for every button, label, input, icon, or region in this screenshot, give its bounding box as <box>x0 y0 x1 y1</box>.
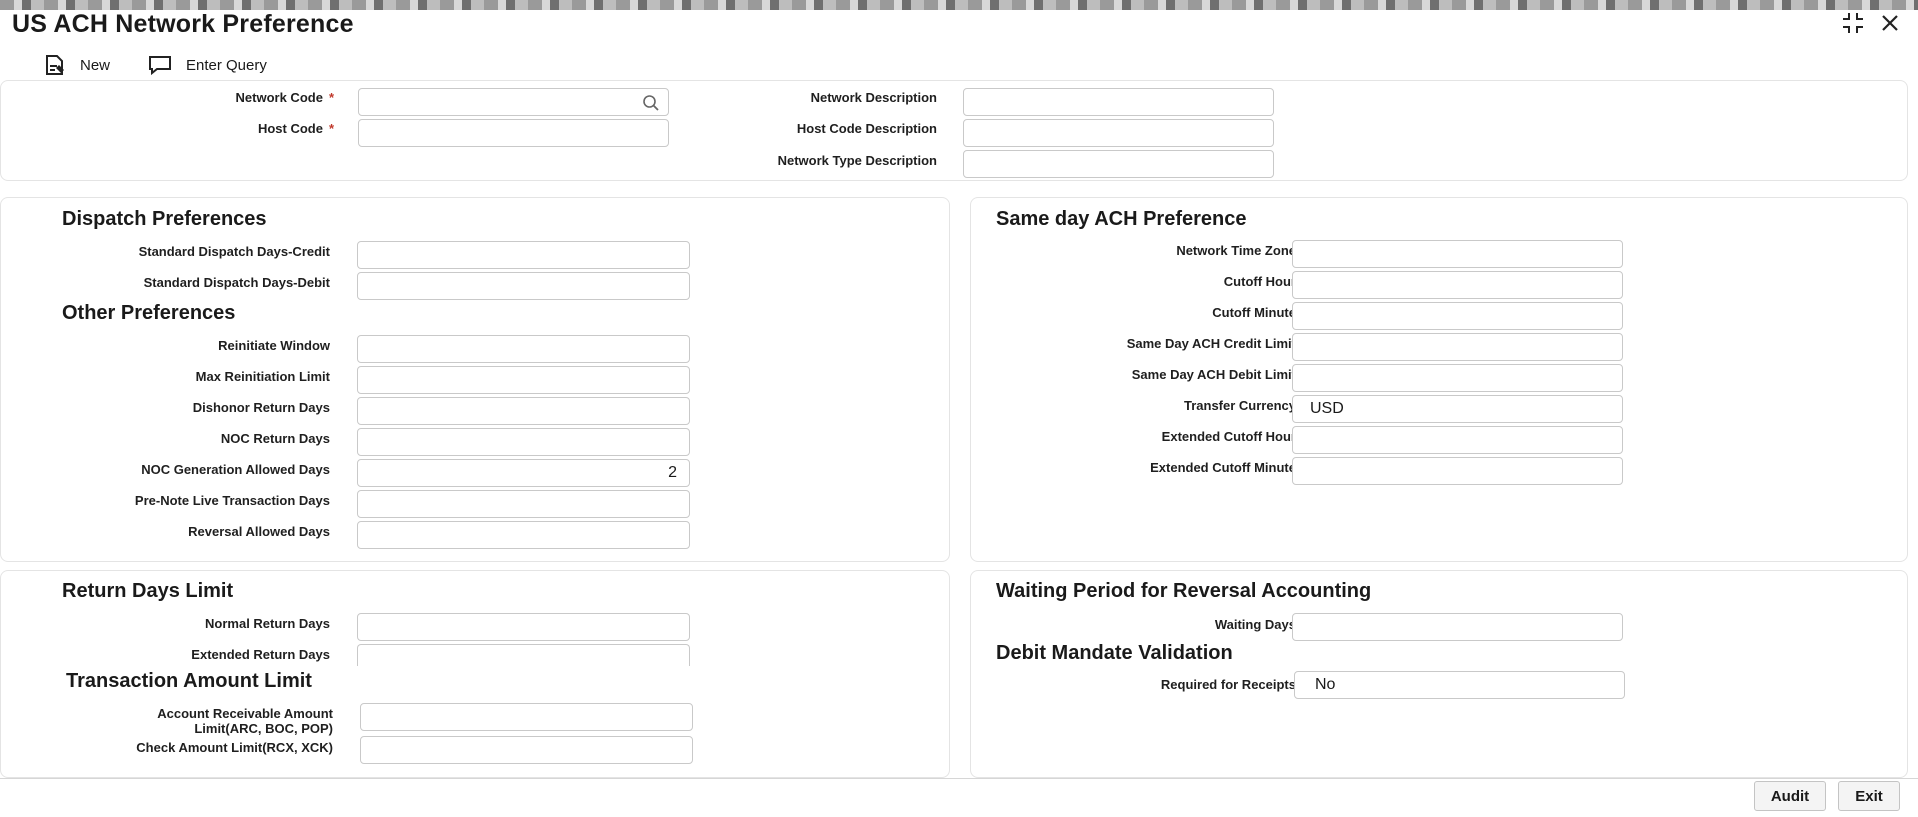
search-icon[interactable] <box>642 94 660 112</box>
new-button[interactable]: New <box>44 53 110 77</box>
same-day-credit-limit-input[interactable] <box>1292 333 1623 361</box>
normal-return-days-label: Normal Return Days <box>205 616 330 631</box>
same-day-ach-heading: Same day ACH Preference <box>996 208 1247 230</box>
transfer-currency-label: Transfer Currency <box>1184 398 1296 413</box>
arc-amount-limit-label: Account Receivable Amount Limit(ARC, BOC… <box>60 706 333 736</box>
enter-query-label: Enter Query <box>186 56 267 74</box>
network-type-description-label: Network Type Description <box>777 153 937 168</box>
check-amount-limit-input[interactable] <box>360 736 693 764</box>
prenote-live-label: Pre-Note Live Transaction Days <box>134 493 330 508</box>
query-comment-icon <box>149 56 171 76</box>
network-type-description-field[interactable] <box>963 150 1274 178</box>
transaction-amount-heading: Transaction Amount Limit <box>66 670 312 692</box>
cutoff-minute-input[interactable] <box>1292 302 1623 330</box>
prenote-live-input[interactable] <box>357 490 690 518</box>
new-button-label: New <box>80 56 111 74</box>
extended-cutoff-hour-label: Extended Cutoff Hour <box>1161 429 1296 444</box>
extended-cutoff-minute-input[interactable] <box>1292 457 1623 485</box>
host-code-label: Host Code * <box>257 121 334 136</box>
max-reinitiation-input[interactable] <box>357 366 690 394</box>
extended-return-days-label: Extended Return Days <box>191 647 330 662</box>
std-dispatch-debit-label: Standard Dispatch Days-Debit <box>143 275 330 290</box>
network-description-label: Network Description <box>810 90 937 105</box>
std-dispatch-credit-label: Standard Dispatch Days-Credit <box>138 244 330 259</box>
cutoff-minute-label: Cutoff Minute <box>1212 305 1296 320</box>
required-for-receipts-value: No <box>1315 676 1336 693</box>
extended-return-days-input[interactable] <box>357 644 690 666</box>
host-code-description-label: Host Code Description <box>796 121 937 136</box>
noc-return-input[interactable] <box>357 428 690 456</box>
reversal-allowed-input[interactable] <box>357 521 690 549</box>
waiting-period-heading: Waiting Period for Reversal Accounting <box>996 580 1372 602</box>
std-dispatch-debit-input[interactable] <box>357 272 690 300</box>
required-for-receipts-label: Required for Receipts <box>1160 677 1296 692</box>
noc-generation-label: NOC Generation Allowed Days <box>141 462 330 477</box>
host-code-input[interactable] <box>358 119 669 147</box>
dishonor-return-label: Dishonor Return Days <box>192 400 330 415</box>
waiting-days-input[interactable] <box>1292 613 1623 641</box>
reversal-allowed-label: Reversal Allowed Days <box>188 524 330 539</box>
extended-cutoff-hour-input[interactable] <box>1292 426 1623 454</box>
waiting-days-label: Waiting Days <box>1214 617 1296 632</box>
noc-generation-input[interactable]: 2 <box>357 459 690 487</box>
same-day-debit-limit-label: Same Day ACH Debit Limit <box>1131 367 1296 382</box>
network-time-zone-label: Network Time Zone <box>1176 243 1296 258</box>
page-title: US ACH Network Preference <box>12 10 354 38</box>
same-day-debit-limit-input[interactable] <box>1292 364 1623 392</box>
dispatch-preferences-heading: Dispatch Preferences <box>62 208 267 230</box>
arc-amount-limit-input[interactable] <box>360 703 693 731</box>
debit-mandate-heading: Debit Mandate Validation <box>996 642 1233 664</box>
restore-window-icon[interactable] <box>1840 12 1866 40</box>
network-code-label: Network Code * <box>235 90 334 105</box>
enter-query-button[interactable]: Enter Query <box>148 53 267 77</box>
arc-amount-limit-label-line2: Limit(ARC, BOC, POP) <box>194 721 333 736</box>
network-time-zone-input[interactable] <box>1292 240 1623 268</box>
reinitiate-window-input[interactable] <box>357 335 690 363</box>
exit-button[interactable]: Exit <box>1838 781 1900 811</box>
network-description-field[interactable] <box>963 88 1274 116</box>
normal-return-days-input[interactable] <box>357 613 690 641</box>
noc-return-label: NOC Return Days <box>220 431 330 446</box>
max-reinitiation-label: Max Reinitiation Limit <box>195 369 330 384</box>
network-code-input[interactable] <box>358 88 669 116</box>
cutoff-hour-input[interactable] <box>1292 271 1623 299</box>
return-days-heading: Return Days Limit <box>62 580 234 602</box>
dishonor-return-input[interactable] <box>357 397 690 425</box>
transfer-currency-value: USD <box>1310 400 1344 417</box>
new-document-icon <box>46 55 64 75</box>
required-for-receipts-select[interactable]: No <box>1294 671 1625 699</box>
close-icon[interactable] <box>1880 13 1900 39</box>
same-day-credit-limit-label: Same Day ACH Credit Limit <box>1126 336 1296 351</box>
cutoff-hour-label: Cutoff Hour <box>1223 274 1296 289</box>
reinitiate-window-label: Reinitiate Window <box>218 338 330 353</box>
window-top-strip <box>0 0 1918 10</box>
noc-generation-value: 2 <box>668 464 677 481</box>
host-code-description-field[interactable] <box>963 119 1274 147</box>
other-preferences-heading: Other Preferences <box>62 302 236 324</box>
std-dispatch-credit-input[interactable] <box>357 241 690 269</box>
audit-button[interactable]: Audit <box>1754 781 1826 811</box>
extended-cutoff-minute-label: Extended Cutoff Minute <box>1150 460 1296 475</box>
footer-bar <box>0 778 1918 817</box>
check-amount-limit-label: Check Amount Limit(RCX, XCK) <box>136 740 333 755</box>
arc-amount-limit-label-line1: Account Receivable Amount <box>157 706 333 721</box>
transfer-currency-input[interactable]: USD <box>1292 395 1623 423</box>
